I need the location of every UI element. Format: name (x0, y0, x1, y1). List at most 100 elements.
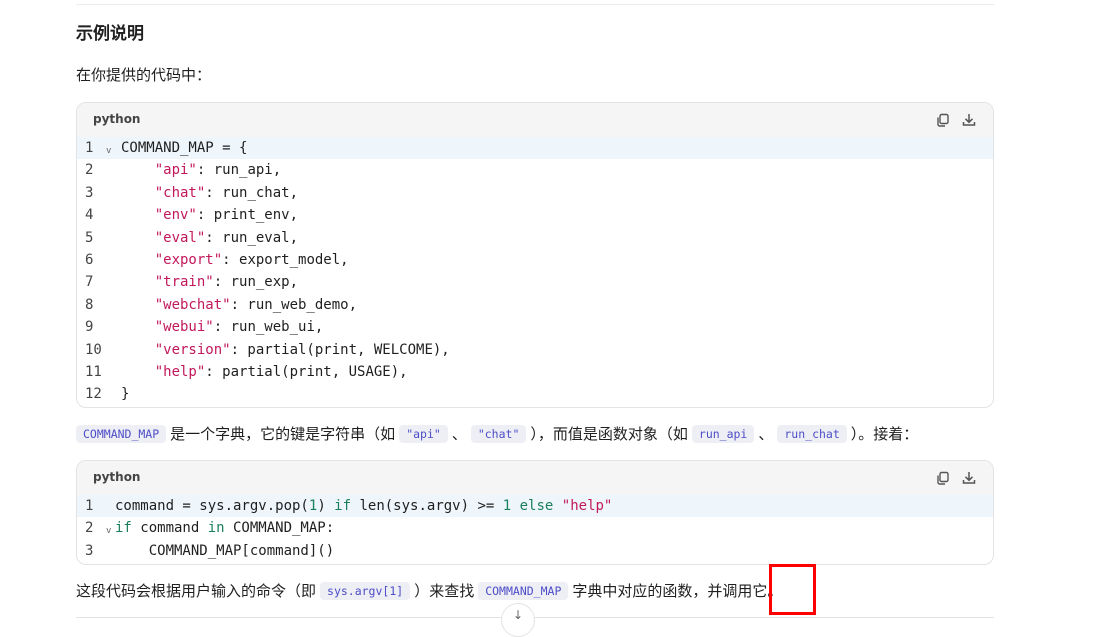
code-token: : run_exp, (213, 274, 299, 291)
bottom-divider (76, 617, 994, 618)
code-token: COMMAND_MAP[command]() (115, 542, 335, 559)
code-token: COMMAND_MAP = { (121, 140, 248, 156)
code-line: 9 "webui": run_web_ui, (77, 316, 993, 338)
code-token: 1 (502, 498, 512, 514)
code-line: 2 v if command in COMMAND_MAP: (77, 517, 993, 539)
copy-icon[interactable] (935, 470, 951, 486)
code-block-1: python 1 v COMMAND_MAP = { 2 "api": run_api… (76, 102, 994, 408)
scroll-to-bottom-button[interactable]: ↓ (501, 603, 535, 637)
code-text: "webchat": run_web_demo, (121, 294, 357, 316)
code-block-header: python (77, 461, 993, 495)
inline-code: COMMAND_MAP (76, 425, 167, 443)
top-divider (76, 4, 994, 5)
code-token: len(sys.argv) >= (351, 498, 503, 514)
inline-code: "chat" (470, 425, 527, 443)
line-number: 7 (85, 274, 94, 291)
code-line: 3 COMMAND_MAP[command]() (77, 540, 993, 562)
text: ），而值是函数对象（如 (530, 425, 688, 443)
inline-code: run_chat (777, 425, 847, 443)
code-token: "env" (154, 207, 197, 224)
code-text: "api": run_api, (121, 159, 281, 181)
code-block-header: python (77, 103, 993, 137)
inline-code: run_api (691, 425, 755, 443)
code-token: "webui" (154, 319, 214, 336)
text: 是一个字典，它的键是字符串（如 (170, 425, 396, 443)
code-token: "version" (154, 341, 231, 358)
section-heading: 示例说明 (76, 24, 144, 44)
code-token: if (334, 498, 352, 514)
code-token: } (121, 386, 130, 403)
code-language-label: python (93, 470, 141, 484)
code-token: : partial(print, WELCOME), (230, 341, 450, 358)
line-number: 10 (85, 341, 102, 358)
line-number: 3 (85, 542, 94, 559)
text: 、 (758, 425, 774, 443)
code-text: "chat": run_chat, (121, 182, 298, 204)
code-token: "eval" (154, 229, 206, 246)
code-token: "train" (154, 274, 214, 291)
code-line: 3 "chat": run_chat, (77, 182, 993, 204)
code-text: "version": partial(print, WELCOME), (121, 339, 450, 361)
inline-code: sys.argv[1] (320, 582, 411, 600)
text: ）。接着： (850, 425, 919, 443)
line-number: 2 (85, 162, 94, 179)
code-line: 8 "webchat": run_web_demo, (77, 294, 993, 316)
code-line: 12} (77, 383, 993, 405)
code-token: command = sys.argv.pop( (115, 498, 309, 514)
code-token: : export_model, (222, 251, 349, 268)
code-text: COMMAND_MAP[command]() (115, 540, 334, 562)
line-number: 1 (85, 498, 94, 514)
code-token: "help" (154, 363, 206, 380)
code-text: "env": print_env, (121, 204, 298, 226)
text: 、 (451, 425, 467, 443)
code-body[interactable]: 1 v COMMAND_MAP = {2 "api": run_api, 3 "cha… (77, 137, 993, 406)
line-number: 3 (85, 184, 94, 201)
code-text: } (121, 383, 129, 405)
download-icon[interactable] (961, 112, 977, 128)
line-number: 11 (85, 363, 102, 380)
code-token: COMMAND_MAP: (224, 520, 335, 537)
code-block-2: python 1 command = sys.argv.pop(1) if len… (76, 460, 994, 565)
code-line: 1 v COMMAND_MAP = { (77, 137, 993, 160)
code-token: : run_web_ui, (213, 319, 324, 336)
code-token: : run_eval, (205, 229, 299, 246)
code-token: if (115, 520, 132, 537)
code-body[interactable]: 1 command = sys.argv.pop(1) if len(sys.ar… (77, 495, 993, 562)
line-number: 9 (85, 319, 94, 336)
code-text: command = sys.argv.pop(1) if len(sys.arg… (115, 495, 612, 517)
code-text: "help": partial(print, USAGE), (121, 361, 408, 383)
code-line: 7 "train": run_exp, (77, 271, 993, 293)
code-token: "export" (154, 251, 223, 268)
code-text: "export": export_model, (121, 249, 349, 271)
code-line: 1 command = sys.argv.pop(1) if len(sys.ar… (77, 495, 993, 518)
download-icon[interactable] (961, 470, 977, 486)
copy-icon[interactable] (935, 112, 951, 128)
code-text: "webui": run_web_ui, (121, 316, 324, 338)
explanation-paragraph: COMMAND_MAP 是一个字典，它的键是字符串（如 "api"、 "chat"），… (76, 423, 918, 445)
text: ）来查找 (414, 582, 475, 600)
arrow-down-icon: ↓ (513, 608, 524, 622)
line-number: 12 (85, 386, 102, 403)
code-token: "chat" (154, 184, 206, 201)
summary-paragraph: 这段代码会根据用户输入的命令（即 sys.argv[1] ）来查找 COMMAND_M… (76, 580, 782, 602)
code-token: "webchat" (154, 296, 231, 313)
code-token: : run_web_demo, (230, 296, 358, 313)
line-number: 4 (85, 207, 94, 224)
code-language-label: python (93, 112, 141, 126)
intro-paragraph: 在你提供的代码中： (76, 66, 212, 84)
code-line: 5 "eval": run_eval, (77, 227, 993, 249)
code-token: else (519, 498, 554, 514)
code-token: : partial(print, USAGE), (205, 363, 408, 380)
inline-code: COMMAND_MAP (478, 582, 569, 600)
code-line: 10 "version": partial(print, WELCOME), (77, 339, 993, 361)
inline-code: "api" (399, 425, 448, 443)
